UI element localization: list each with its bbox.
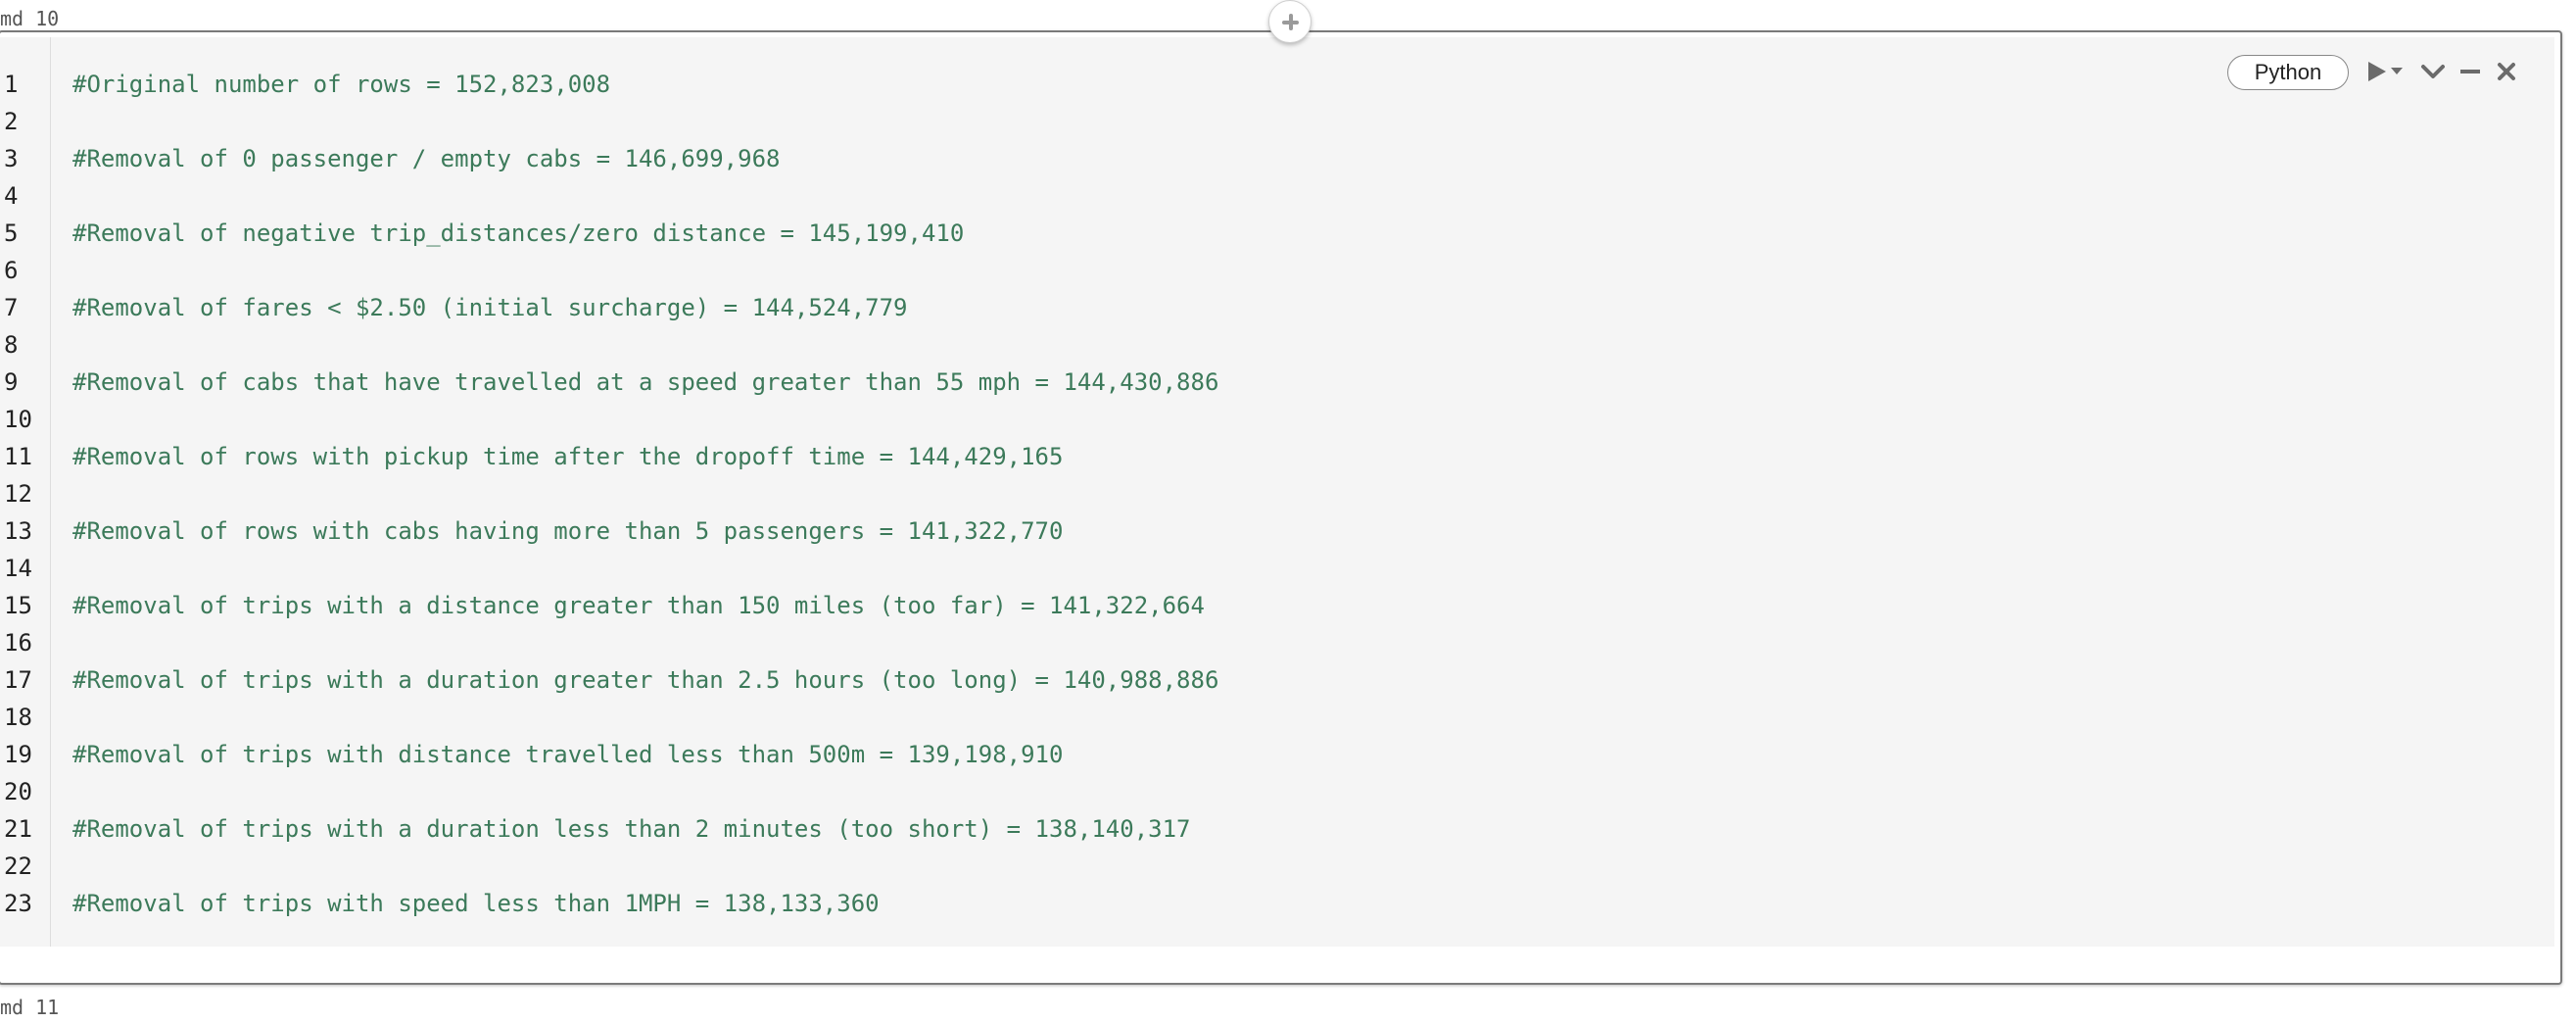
line-number: 19 — [4, 741, 32, 768]
code-line[interactable]: #Removal of trips with a distance greate… — [72, 591, 1205, 620]
code-line[interactable]: #Removal of rows with pickup time after … — [72, 442, 1063, 471]
code-line[interactable]: #Removal of rows with cabs having more t… — [72, 516, 1063, 546]
line-number: 7 — [4, 294, 19, 321]
line-number: 6 — [4, 257, 19, 284]
line-number: 17 — [4, 666, 32, 694]
line-number: 16 — [4, 629, 32, 657]
line-number: 4 — [4, 182, 19, 210]
code-line[interactable]: #Removal of fares < $2.50 (initial surch… — [72, 293, 908, 322]
code-cell[interactable]: 1 2 3 4 5 6 7 8 9 10 11 12 13 14 15 16 1… — [0, 30, 2562, 985]
close-icon[interactable] — [2492, 55, 2521, 88]
add-cell-icon[interactable] — [1268, 0, 1312, 43]
line-number: 22 — [4, 852, 32, 880]
line-number: 18 — [4, 704, 32, 731]
line-number: 15 — [4, 592, 32, 619]
line-number: 10 — [4, 406, 32, 433]
line-number-gutter: 1 2 3 4 5 6 7 8 9 10 11 12 13 14 15 16 1… — [0, 37, 51, 947]
line-number: 11 — [4, 443, 32, 470]
line-number: 12 — [4, 480, 32, 508]
collapse-chevron-icon[interactable] — [2418, 55, 2448, 88]
code-line[interactable]: #Removal of trips with a duration greate… — [72, 665, 1218, 695]
code-line[interactable]: #Removal of trips with speed less than 1… — [72, 889, 880, 918]
code-line[interactable]: #Original number of rows = 152,823,008 — [72, 70, 610, 99]
line-number: 13 — [4, 517, 32, 545]
line-number: 21 — [4, 815, 32, 843]
code-line[interactable]: #Removal of cabs that have travelled at … — [72, 367, 1218, 397]
line-number: 3 — [4, 145, 19, 172]
code-line[interactable]: #Removal of trips with a duration less t… — [72, 814, 1191, 844]
minimize-icon[interactable] — [2456, 55, 2485, 88]
line-number: 2 — [4, 108, 19, 135]
cell-label-bottom: md 11 — [0, 996, 60, 1019]
line-number: 8 — [4, 331, 19, 359]
line-number: 9 — [4, 368, 19, 396]
code-editor[interactable]: 1 2 3 4 5 6 7 8 9 10 11 12 13 14 15 16 1… — [0, 37, 2554, 947]
cell-label-top: md 10 — [0, 7, 60, 30]
code-line[interactable]: #Removal of 0 passenger / empty cabs = 1… — [72, 144, 780, 173]
run-icon[interactable] — [2364, 55, 2409, 88]
language-button[interactable]: Python — [2227, 55, 2349, 90]
line-number: 20 — [4, 778, 32, 805]
line-number: 23 — [4, 890, 32, 917]
line-number: 14 — [4, 555, 32, 582]
line-number: 5 — [4, 219, 19, 247]
code-line[interactable]: #Removal of trips with distance travelle… — [72, 740, 1063, 769]
code-line[interactable]: #Removal of negative trip_distances/zero… — [72, 219, 964, 248]
notebook-page: md 10 1 2 3 4 5 6 7 8 9 10 11 12 13 14 1… — [0, 0, 2576, 1023]
line-number: 1 — [4, 71, 19, 98]
